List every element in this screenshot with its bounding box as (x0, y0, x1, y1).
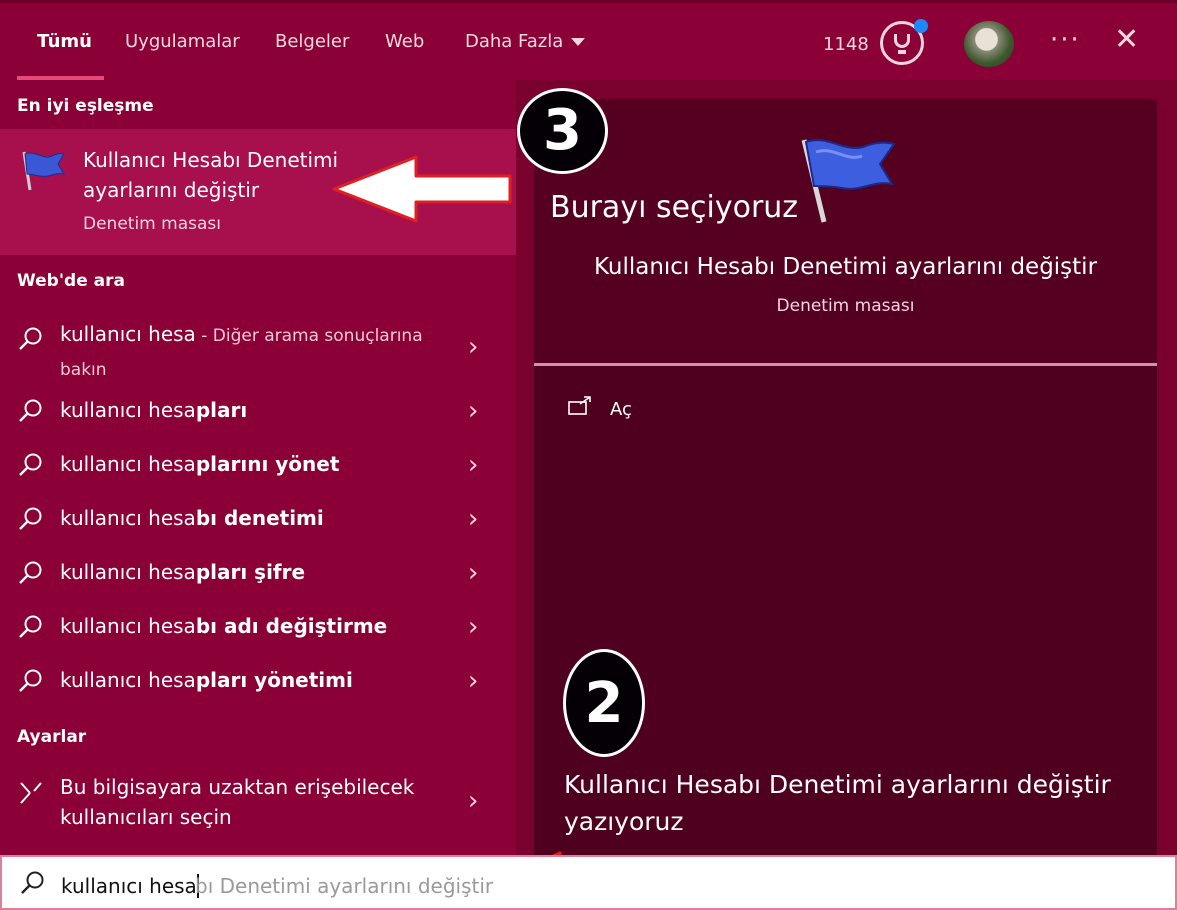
web-result-item[interactable]: kullanıcı hesapları yönetimi › (0, 658, 516, 712)
flag-icon (801, 139, 896, 223)
preview-title: Kullanıcı Hesabı Denetimi ayarlarını değ… (593, 254, 1098, 280)
preview-subtitle: Denetim masası (776, 296, 915, 316)
web-result-query: kullanıcı hesa (60, 322, 196, 346)
tab-apps[interactable]: Uygulamalar (125, 31, 240, 52)
web-search-heading: Web'de ara (17, 271, 125, 291)
tab-web[interactable]: Web (385, 31, 424, 52)
preview-divider (534, 363, 1157, 366)
web-result-suggested-part: pları yönetimi (195, 668, 353, 692)
tab-more-label: Daha Fazla (465, 31, 564, 52)
web-result-typed-part: kullanıcı hesa (60, 668, 196, 692)
pointer-arrow-icon (332, 155, 512, 223)
search-typed-text: kullanıcı hesa (61, 874, 197, 898)
web-result-item[interactable]: kullanıcı hesaplarını yönet › (0, 442, 516, 496)
chevron-right-icon: › (468, 558, 479, 588)
web-result-text: kullanıcı hesapları yönetimi (60, 668, 353, 692)
trophy-cup-shape (894, 34, 910, 48)
web-result-text: kullanıcı hesaplarını yönet (60, 452, 339, 476)
search-icon (19, 669, 42, 692)
step-3-badge: 3 (517, 88, 608, 174)
chevron-down-icon (571, 38, 586, 46)
search-icon (19, 453, 42, 476)
web-result-suggested-part: pları (195, 398, 248, 422)
web-result-text: kullanıcı hesabı adı değiştirme (60, 614, 387, 638)
settings-heading: Ayarlar (17, 727, 87, 747)
tab-documents[interactable]: Belgeler (275, 31, 349, 52)
chevron-right-icon: › (468, 332, 479, 362)
search-box[interactable]: kullanıcı hesa bı Denetimi ayarlarını de… (0, 855, 1177, 910)
web-result-typed-part: kullanıcı hesa (60, 506, 196, 530)
web-result-item[interactable]: kullanıcı hesapları şifre › (0, 550, 516, 604)
chevron-right-icon: › (468, 612, 479, 642)
web-result-text: kullanıcı hesabı denetimi (60, 506, 324, 530)
more-options-icon[interactable]: ··· (1050, 25, 1081, 55)
web-result-item[interactable]: kullanıcı hesa - Diğer arama sonuçlarına… (0, 316, 516, 380)
chevron-right-icon: › (468, 450, 479, 480)
top-bar: Tümü Uygulamalar Belgeler Web Daha Fazla… (0, 0, 1177, 81)
remote-access-icon (20, 782, 42, 804)
search-icon (19, 507, 42, 530)
chevron-right-icon: › (468, 786, 479, 816)
search-icon (19, 399, 42, 422)
web-result-suggested-part: bı denetimi (195, 506, 324, 530)
search-icon (19, 615, 42, 638)
web-result-suggested-part: pları şifre (195, 560, 306, 584)
search-icon (21, 871, 44, 894)
settings-result-item[interactable]: Bu bilgisayara uzaktan erişebilecek kull… (0, 770, 516, 834)
search-input[interactable]: kullanıcı hesa (61, 874, 199, 898)
web-result-typed-part: kullanıcı hesa (60, 560, 196, 584)
step-2-badge: 2 (563, 649, 645, 757)
web-result-typed-part: kullanıcı hesa (60, 398, 196, 422)
best-match-heading: En iyi eşleşme (17, 96, 154, 116)
type-instruction-annotation: Kullanıcı Hesabı Denetimi ayarlarını değ… (564, 770, 1111, 836)
notification-dot (914, 19, 928, 33)
open-external-icon (568, 396, 591, 415)
flag-icon (22, 151, 66, 191)
web-result-typed-part: kullanıcı hesa (60, 452, 196, 476)
web-result-item[interactable]: kullanıcı hesabı denetimi › (0, 496, 516, 550)
open-action[interactable]: Aç (610, 399, 632, 420)
rewards-points: 1148 (823, 34, 869, 55)
chevron-right-icon: › (468, 666, 479, 696)
web-result-text: kullanıcı hesapları (60, 398, 247, 422)
trophy-base-shape (898, 50, 906, 54)
web-result-text: kullanıcı hesa - Diğer arama sonuçlarına… (60, 318, 450, 386)
select-here-annotation: Burayı seçiyoruz (550, 190, 799, 225)
chevron-right-icon: › (468, 504, 479, 534)
search-icon (19, 561, 42, 584)
best-match-subtitle: Denetim masası (83, 214, 221, 234)
web-result-item[interactable]: kullanıcı hesapları › (0, 388, 516, 442)
web-result-suggested-part: plarını yönet (195, 452, 340, 476)
web-result-typed-part: kullanıcı hesa (60, 614, 196, 638)
chevron-right-icon: › (468, 396, 479, 426)
tab-more[interactable]: Daha Fazla (465, 31, 586, 52)
search-icon (19, 327, 42, 350)
tab-all[interactable]: Tümü (37, 31, 92, 52)
web-result-item[interactable]: kullanıcı hesabı adı değiştirme › (0, 604, 516, 658)
user-avatar[interactable] (964, 21, 1014, 67)
settings-result-text: Bu bilgisayara uzaktan erişebilecek kull… (60, 775, 415, 829)
web-result-suggested-part: bı adı değiştirme (195, 614, 388, 638)
close-icon[interactable]: ✕ (1114, 25, 1139, 55)
search-autocomplete-hint: bı Denetimi ayarlarını değiştir (195, 874, 494, 898)
web-result-text: kullanıcı hesapları şifre (60, 560, 305, 584)
